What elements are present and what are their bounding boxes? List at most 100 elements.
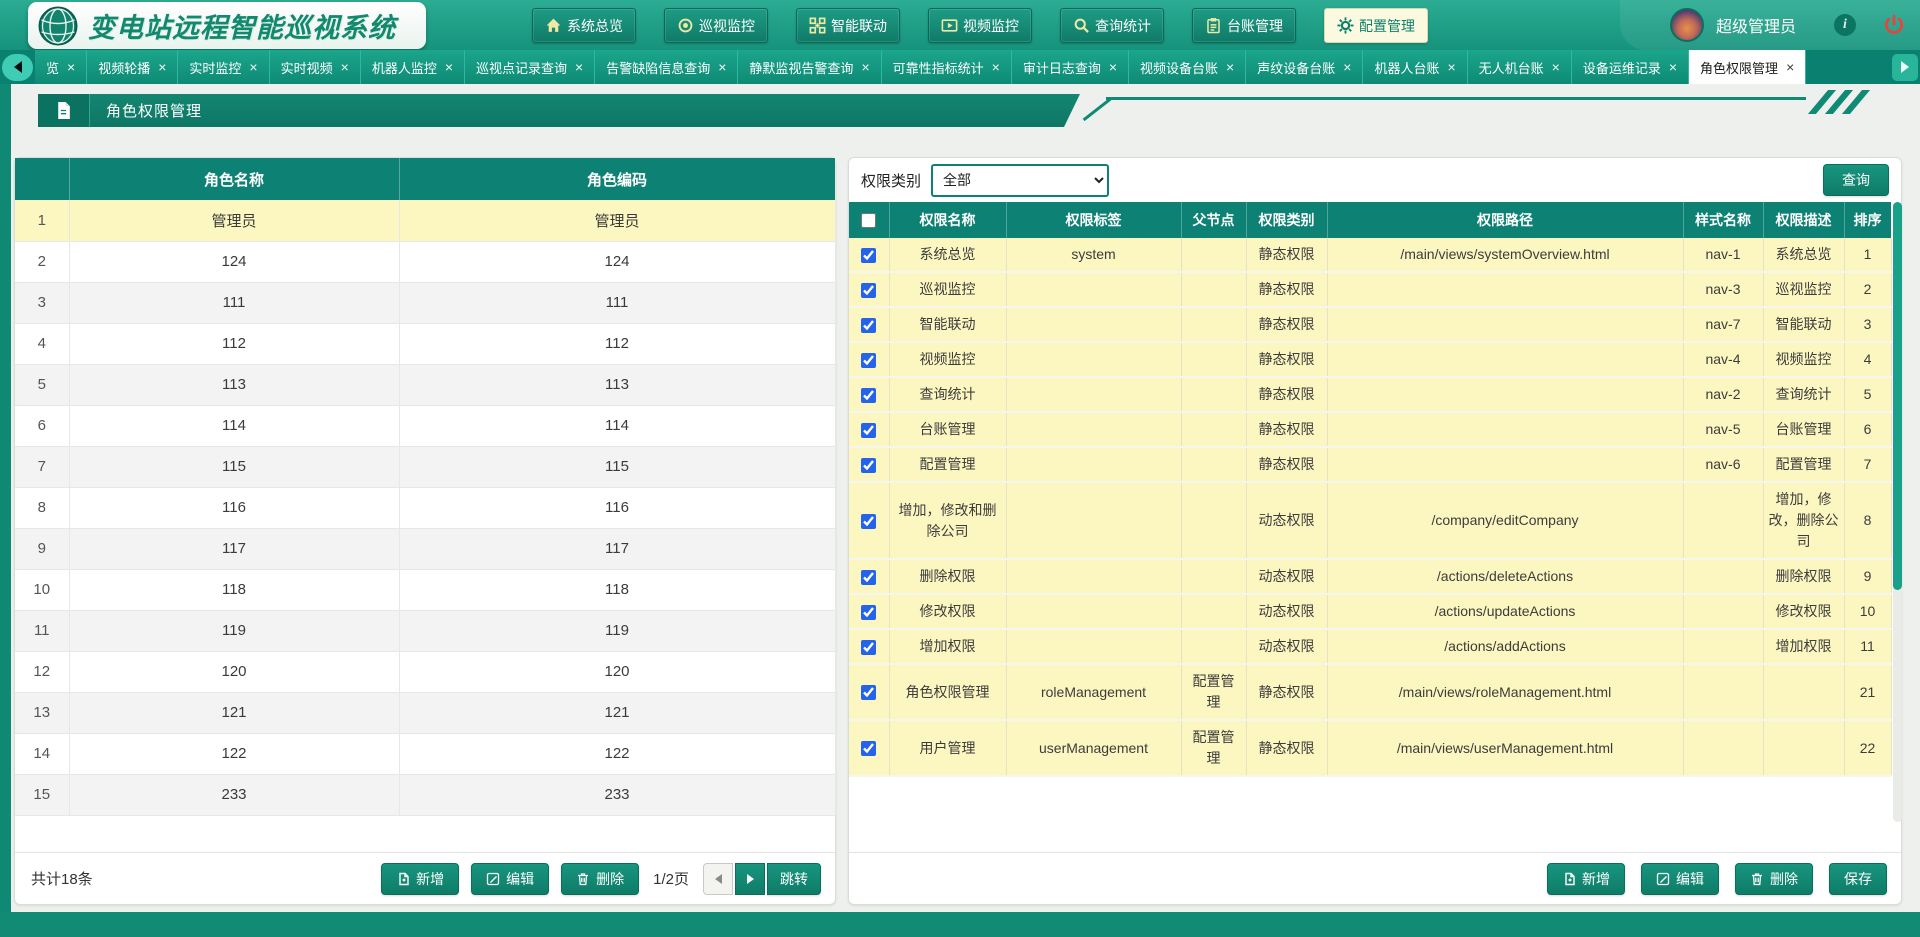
tab-close-icon[interactable]: × xyxy=(1552,60,1560,74)
permission-row-4[interactable]: 视频监控静态权限nav-4视频监控4 xyxy=(849,342,1891,377)
permission-type-select[interactable]: 全部 xyxy=(931,164,1109,197)
role-row-5[interactable]: 5113113 xyxy=(15,364,835,405)
role-row-4[interactable]: 4112112 xyxy=(15,323,835,364)
tab-静默监视告警查询[interactable]: 静默监视告警查询× xyxy=(738,50,881,84)
row-checkbox[interactable] xyxy=(861,514,876,529)
permission-row-1[interactable]: 系统总览system静态权限/main/views/systemOverview… xyxy=(849,238,1891,272)
nav-button-系统总览[interactable]: 系统总览 xyxy=(532,8,636,43)
power-logout-icon[interactable] xyxy=(1882,13,1906,37)
nav-button-台账管理[interactable]: 台账管理 xyxy=(1192,8,1296,43)
perm-edit-button[interactable]: 编辑 xyxy=(1641,863,1719,895)
role-row-10[interactable]: 10118118 xyxy=(15,569,835,610)
perm-add-button[interactable]: 新增 xyxy=(1547,863,1625,895)
tab-机器人监控[interactable]: 机器人监控× xyxy=(361,50,465,84)
info-icon[interactable]: i xyxy=(1834,14,1856,36)
role-row-13[interactable]: 13121121 xyxy=(15,692,835,733)
roles-edit-button[interactable]: 编辑 xyxy=(471,863,549,895)
perm-delete-button[interactable]: 删除 xyxy=(1735,863,1813,895)
tab-机器人台账[interactable]: 机器人台账× xyxy=(1363,50,1467,84)
row-checkbox[interactable] xyxy=(861,318,876,333)
role-row-14[interactable]: 14122122 xyxy=(15,733,835,774)
tab-close-icon[interactable]: × xyxy=(1109,60,1117,74)
role-row-15[interactable]: 15233233 xyxy=(15,774,835,815)
tab-无人机台账[interactable]: 无人机台账× xyxy=(1468,50,1572,84)
tab-close-icon[interactable]: × xyxy=(158,60,166,74)
tab-close-icon[interactable]: × xyxy=(67,60,75,74)
nav-button-查询统计[interactable]: 查询统计 xyxy=(1060,8,1164,43)
row-checkbox[interactable] xyxy=(861,353,876,368)
tab-实时监控[interactable]: 实时监控× xyxy=(178,50,269,84)
row-checkbox[interactable] xyxy=(861,685,876,700)
roles-add-button[interactable]: 新增 xyxy=(381,863,459,895)
tab-角色权限管理[interactable]: 角色权限管理× xyxy=(1689,50,1806,84)
prev-page-button[interactable] xyxy=(703,863,733,895)
roles-delete-button[interactable]: 删除 xyxy=(561,863,639,895)
role-row-8[interactable]: 8116116 xyxy=(15,487,835,528)
permission-row-10[interactable]: 修改权限动态权限/actions/updateActions修改权限10 xyxy=(849,594,1891,629)
jump-page-button[interactable]: 跳转 xyxy=(767,863,821,895)
nav-button-配置管理[interactable]: 配置管理 xyxy=(1324,8,1428,43)
permission-row-7[interactable]: 配置管理静态权限nav-6配置管理7 xyxy=(849,447,1891,482)
role-row-1[interactable]: 1管理员管理员 xyxy=(15,200,835,241)
perm-save-button[interactable]: 保存 xyxy=(1829,863,1887,895)
row-checkbox[interactable] xyxy=(861,741,876,756)
tab-close-icon[interactable]: × xyxy=(1669,60,1677,74)
tab-可靠性指标统计[interactable]: 可靠性指标统计× xyxy=(882,50,1012,84)
tab-close-icon[interactable]: × xyxy=(341,60,349,74)
tab-声纹设备台账[interactable]: 声纹设备台账× xyxy=(1246,50,1363,84)
row-checkbox[interactable] xyxy=(861,570,876,585)
tab-实时视频[interactable]: 实时视频× xyxy=(270,50,361,84)
role-row-6[interactable]: 6114114 xyxy=(15,405,835,446)
search-button[interactable]: 查询 xyxy=(1823,164,1889,196)
permission-row-11[interactable]: 增加权限动态权限/actions/addActions增加权限11 xyxy=(849,629,1891,664)
row-checkbox[interactable] xyxy=(861,388,876,403)
tab-scroll-right-button[interactable] xyxy=(1892,54,1918,81)
tab-审计日志查询[interactable]: 审计日志查询× xyxy=(1012,50,1129,84)
tab-close-icon[interactable]: × xyxy=(1226,60,1234,74)
role-row-3[interactable]: 3111111 xyxy=(15,282,835,323)
avatar[interactable] xyxy=(1670,8,1704,42)
tab-设备运维记录[interactable]: 设备运维记录× xyxy=(1572,50,1689,84)
row-checkbox[interactable] xyxy=(861,283,876,298)
row-checkbox[interactable] xyxy=(861,458,876,473)
tab-视频设备台账[interactable]: 视频设备台账× xyxy=(1129,50,1246,84)
permission-row-6[interactable]: 台账管理静态权限nav-5台账管理6 xyxy=(849,412,1891,447)
tab-close-icon[interactable]: × xyxy=(575,60,583,74)
tab-告警缺陷信息查询[interactable]: 告警缺陷信息查询× xyxy=(595,50,738,84)
tab-close-icon[interactable]: × xyxy=(445,60,453,74)
perm-scrollbar-thumb[interactable] xyxy=(1893,202,1902,590)
tab-scroll-left-button[interactable] xyxy=(2,54,33,81)
row-checkbox[interactable] xyxy=(861,423,876,438)
tab-close-icon[interactable]: × xyxy=(1447,60,1455,74)
row-checkbox[interactable] xyxy=(861,640,876,655)
nav-button-智能联动[interactable]: 智能联动 xyxy=(796,8,900,43)
nav-button-视频监控[interactable]: 视频监控 xyxy=(928,8,1032,43)
tab-览[interactable]: 览× xyxy=(35,50,87,84)
select-all-checkbox[interactable] xyxy=(861,213,876,228)
tab-close-icon[interactable]: × xyxy=(718,60,726,74)
role-row-11[interactable]: 11119119 xyxy=(15,610,835,651)
role-row-9[interactable]: 9117117 xyxy=(15,528,835,569)
permission-row-5[interactable]: 查询统计静态权限nav-2查询统计5 xyxy=(849,377,1891,412)
tab-close-icon[interactable]: × xyxy=(861,60,869,74)
permission-row-9[interactable]: 删除权限动态权限/actions/deleteActions删除权限9 xyxy=(849,559,1891,594)
role-row-12[interactable]: 12120120 xyxy=(15,651,835,692)
permission-row-21[interactable]: 角色权限管理roleManagement配置管理静态权限/main/views/… xyxy=(849,664,1891,720)
role-row-2[interactable]: 2124124 xyxy=(15,241,835,282)
permission-row-2[interactable]: 巡视监控静态权限nav-3巡视监控2 xyxy=(849,272,1891,307)
tab-视频轮播[interactable]: 视频轮播× xyxy=(87,50,178,84)
tab-close-icon[interactable]: × xyxy=(249,60,257,74)
tab-close-icon[interactable]: × xyxy=(1786,60,1794,74)
row-checkbox[interactable] xyxy=(861,605,876,620)
nav-button-巡视监控[interactable]: 巡视监控 xyxy=(664,8,768,43)
permission-row-22[interactable]: 用户管理userManagement配置管理静态权限/main/views/us… xyxy=(849,720,1891,776)
perm-scrollbar[interactable] xyxy=(1893,202,1902,822)
tab-巡视点记录查询[interactable]: 巡视点记录查询× xyxy=(465,50,595,84)
permission-row-8[interactable]: 增加，修改和删除公司动态权限/company/editCompany增加，修改，… xyxy=(849,482,1891,559)
tab-close-icon[interactable]: × xyxy=(992,60,1000,74)
permission-row-3[interactable]: 智能联动静态权限nav-7智能联动3 xyxy=(849,307,1891,342)
role-row-7[interactable]: 7115115 xyxy=(15,446,835,487)
next-page-button[interactable] xyxy=(735,863,765,895)
row-checkbox[interactable] xyxy=(861,248,876,263)
tab-close-icon[interactable]: × xyxy=(1343,60,1351,74)
